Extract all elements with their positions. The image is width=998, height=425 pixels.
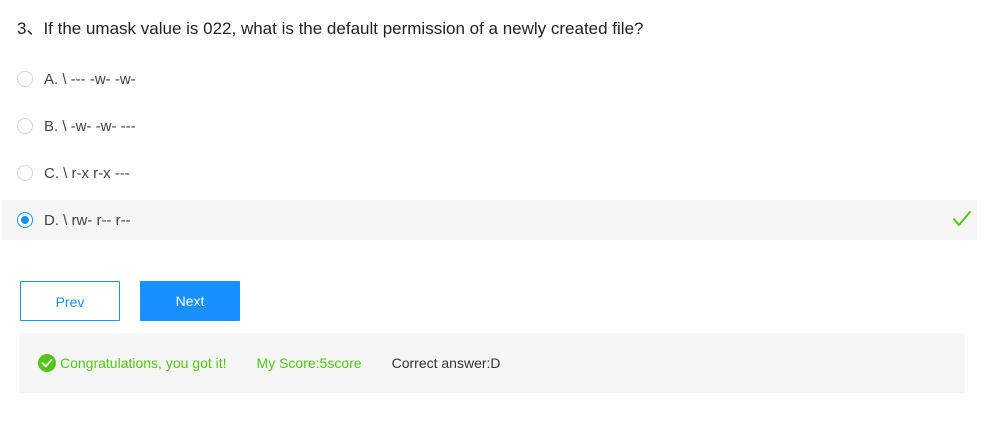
option-c-label: C. \ r-x r-x --- (44, 164, 130, 182)
option-d-label: D. \ rw- r-- r-- (44, 211, 131, 229)
checkmark-icon (953, 211, 971, 226)
option-b-radio[interactable] (17, 118, 33, 134)
correct-answer-text: Correct answer:D (391, 355, 501, 371)
option-b[interactable]: B. \ -w- -w- --- (2, 106, 977, 146)
result-panel: Congratulations, you got it! My Score:5s… (19, 333, 965, 393)
option-a-label: A. \ --- -w- -w- (44, 70, 136, 88)
option-b-label: B. \ -w- -w- --- (44, 117, 136, 135)
prev-button[interactable]: Prev (20, 281, 120, 321)
congrats-message: Congratulations, you got it! (60, 355, 227, 371)
option-d[interactable]: D. \ rw- r-- r-- (2, 200, 977, 240)
option-c[interactable]: C. \ r-x r-x --- (2, 153, 977, 193)
check-circle-icon (38, 354, 56, 372)
question-text: 3、If the umask value is 022, what is the… (17, 19, 644, 38)
option-d-radio[interactable] (17, 212, 33, 228)
score-text: My Score:5score (256, 355, 362, 371)
option-c-radio[interactable] (17, 165, 33, 181)
option-a[interactable]: A. \ --- -w- -w- (2, 59, 977, 99)
next-button[interactable]: Next (140, 281, 240, 321)
option-a-radio[interactable] (17, 71, 33, 87)
